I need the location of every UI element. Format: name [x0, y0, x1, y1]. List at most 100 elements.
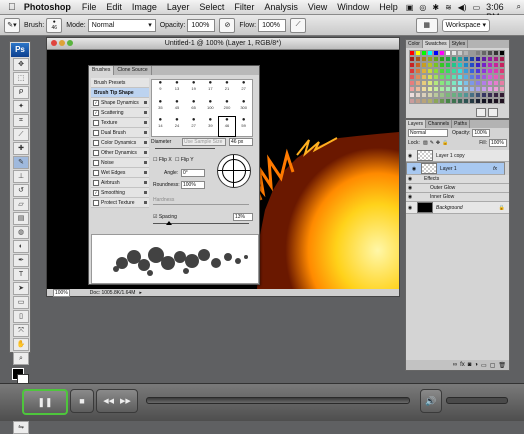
lock-icon[interactable] [144, 101, 147, 104]
eraser-tool-icon[interactable]: ▱ [13, 198, 29, 211]
lock-icon[interactable] [144, 181, 147, 184]
spotlight-icon[interactable]: ⌕ [517, 2, 521, 12]
blend-mode-select[interactable]: Normal [408, 129, 448, 137]
spacing-checkbox[interactable]: ☑ Spacing [153, 214, 177, 220]
brush-setting-item[interactable]: ✓ Smoothing [91, 188, 149, 198]
close-button[interactable] [51, 40, 57, 46]
brush-setting-checkbox[interactable] [93, 179, 99, 186]
brush-setting-checkbox[interactable] [93, 199, 99, 206]
app-menu[interactable]: Photoshop [24, 2, 71, 12]
brush-tip[interactable]: 300 [235, 99, 252, 118]
shape-tool-icon[interactable]: ▭ [13, 296, 29, 309]
tab-brushes[interactable]: Brushes [89, 66, 115, 75]
brush-setting-item[interactable]: Brush Presets [91, 78, 149, 88]
fill-input[interactable]: 100% [489, 139, 507, 147]
brush-setting-checkbox[interactable] [93, 139, 99, 146]
flow-input[interactable]: 100% [258, 18, 287, 32]
lock-transparent-icon[interactable]: ▨ [423, 140, 428, 146]
brush-setting-checkbox[interactable] [93, 129, 99, 136]
brush-tool-icon[interactable]: ✎ [13, 156, 29, 169]
brush-tip[interactable]: 46 [217, 116, 237, 137]
brush-tip[interactable]: 65 [185, 99, 202, 118]
marquee-tool-icon[interactable]: ⬚ [13, 72, 29, 85]
lock-icon[interactable] [144, 121, 147, 124]
brush-setting-item[interactable]: ✓ Shape Dynamics [91, 98, 149, 108]
brush-tip[interactable]: 24 [169, 117, 186, 136]
flip-y-checkbox[interactable]: ☐ Flip Y [175, 157, 194, 163]
angle-roundness-widget[interactable] [217, 154, 251, 188]
brush-tip[interactable]: 17 [202, 80, 219, 99]
palette-well-button[interactable]: ▦ [415, 17, 438, 33]
brush-setting-item[interactable]: Brush Tip Shape [91, 88, 149, 98]
playback-progress-bar[interactable] [146, 397, 410, 404]
blur-tool-icon[interactable]: ◍ [13, 226, 29, 239]
brush-tip[interactable]: 39 [202, 117, 219, 136]
menu-image[interactable]: Image [132, 2, 157, 12]
lock-icon[interactable] [144, 161, 147, 164]
brush-setting-checkbox[interactable] [93, 119, 99, 126]
lock-position-icon[interactable]: ✥ [436, 140, 440, 146]
menu-window[interactable]: Window [337, 2, 369, 12]
brush-tip[interactable]: 59 [235, 117, 252, 136]
airbrush-button[interactable]: ⟋ [290, 17, 307, 33]
brush-tool-preset-button[interactable]: ✎▾ [4, 17, 20, 33]
swatch-grid[interactable] [409, 50, 505, 106]
brush-setting-item[interactable]: Noise [91, 158, 149, 168]
volume-icon[interactable]: ◀) [458, 3, 467, 12]
path-selection-tool-icon[interactable]: ➤ [13, 282, 29, 295]
layer-row[interactable]: ◉ Layer 1 fx [406, 162, 505, 175]
brush-setting-item[interactable]: ✓ Scattering [91, 108, 149, 118]
brush-setting-checkbox[interactable] [93, 159, 99, 166]
tab-channels[interactable]: Channels [426, 120, 453, 128]
eye-icon[interactable]: ◉ [406, 153, 414, 159]
volume-button[interactable]: 🔊 [420, 389, 442, 413]
history-brush-tool-icon[interactable]: ↺ [13, 184, 29, 197]
menu-select[interactable]: Select [199, 2, 224, 12]
tab-swatches[interactable]: Swatches [422, 40, 450, 48]
brush-setting-item[interactable]: Other Dynamics [91, 148, 149, 158]
brush-setting-checkbox[interactable]: ✓ [93, 189, 99, 196]
zoom-tool-icon[interactable]: ⌕ [13, 352, 29, 365]
brush-setting-checkbox[interactable]: ✓ [93, 99, 99, 106]
eye-icon[interactable]: ◉ [406, 185, 414, 191]
new-swatch-icon[interactable] [476, 108, 486, 117]
brush-tip[interactable]: 27 [235, 80, 252, 99]
lock-icon[interactable] [144, 141, 147, 144]
brush-tip[interactable]: 14 [152, 117, 169, 136]
layer-effect-row[interactable]: ◉ Effects [406, 175, 509, 184]
spacing-slider-thumb[interactable] [166, 221, 172, 225]
menu-help[interactable]: Help [379, 2, 398, 12]
angle-input[interactable]: 0° [181, 169, 205, 177]
apple-icon[interactable]:  [6, 2, 18, 13]
brush-tip-grid[interactable]: 91319172127354565100200300142427394659 [151, 79, 253, 137]
wifi-icon[interactable]: ≋ [445, 3, 452, 12]
brush-tip[interactable]: 21 [219, 80, 236, 99]
sync-icon[interactable]: ◎ [419, 3, 426, 12]
workspace-menu[interactable]: Workspace ▾ [441, 18, 490, 32]
layer-effect-row[interactable]: ◉ Outer Glow [406, 184, 509, 193]
new-layer-icon[interactable]: ▢ [490, 362, 496, 369]
menu-edit[interactable]: Edit [106, 2, 122, 12]
lock-icon[interactable] [144, 131, 147, 134]
lasso-tool-icon[interactable]: ᑭ [13, 86, 29, 99]
stop-button[interactable]: ■ [70, 389, 94, 413]
bluetooth-icon[interactable]: ✱ [432, 3, 439, 12]
menu-analysis[interactable]: Analysis [264, 2, 298, 12]
status-menu-arrow-icon[interactable]: ▸ [139, 290, 142, 296]
brush-setting-item[interactable]: Color Dynamics [91, 138, 149, 148]
layer-fx-badge[interactable]: fx [493, 166, 497, 172]
diameter-slider[interactable] [155, 148, 215, 149]
brush-setting-checkbox[interactable] [93, 169, 99, 176]
slice-tool-icon[interactable]: ⟋ [13, 128, 29, 141]
tab-color[interactable]: Color [406, 40, 423, 48]
hand-tool-icon[interactable]: ✋ [13, 338, 29, 351]
layer-mask-icon[interactable]: ◙ [468, 362, 472, 368]
menu-file[interactable]: File [82, 2, 97, 12]
brush-tip[interactable]: 100 [202, 99, 219, 118]
brush-tip[interactable]: 13 [169, 80, 186, 99]
type-tool-icon[interactable]: T [13, 268, 29, 281]
flip-x-checkbox[interactable]: ☐ Flip X [153, 157, 172, 163]
layer-style-icon[interactable]: fx [460, 362, 465, 368]
mode-select[interactable]: Normal ▾ [87, 18, 156, 32]
brush-setting-item[interactable]: Wet Edges [91, 168, 149, 178]
